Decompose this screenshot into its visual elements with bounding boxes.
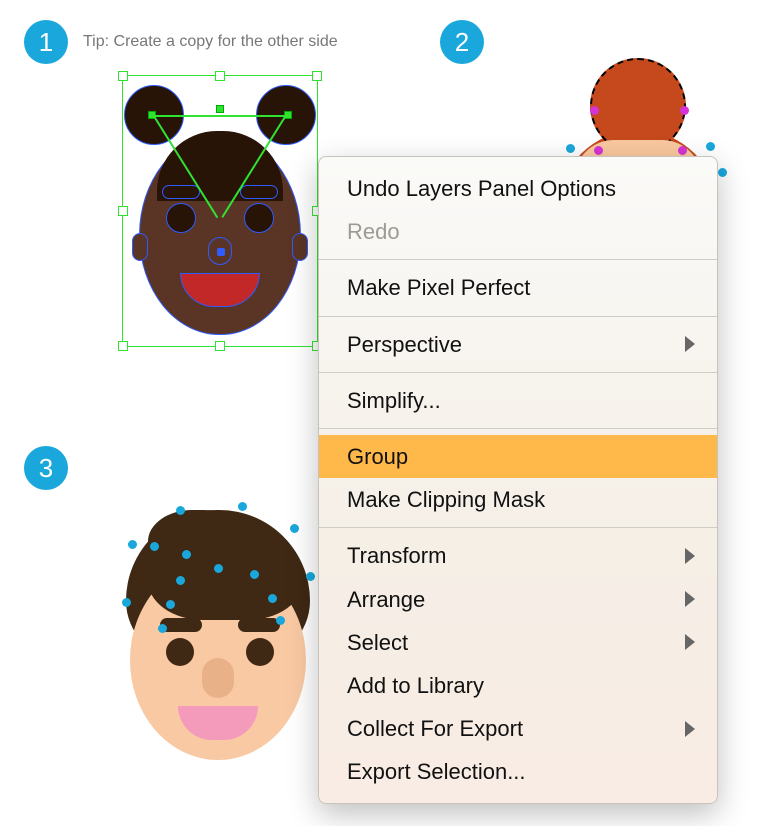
menu-item-export-selection[interactable]: Export Selection...: [319, 750, 717, 793]
anchor-point[interactable]: [216, 105, 224, 113]
menu-item-perspective[interactable]: Perspective: [319, 323, 717, 366]
submenu-arrow-icon: [685, 634, 695, 650]
menu-separator: [319, 259, 717, 260]
menu-separator: [319, 316, 717, 317]
menu-item-collect-for-export[interactable]: Collect For Export: [319, 707, 717, 750]
avatar-face-3[interactable]: [118, 500, 318, 770]
submenu-arrow-icon: [685, 721, 695, 737]
anchor-point[interactable]: [214, 564, 223, 573]
menu-item-add-to-library[interactable]: Add to Library: [319, 664, 717, 707]
submenu-arrow-icon: [685, 336, 695, 352]
menu-item-simplify[interactable]: Simplify...: [319, 379, 717, 422]
menu-item-group[interactable]: Group: [319, 435, 717, 478]
context-menu: Undo Layers Panel Options Redo Make Pixe…: [318, 156, 718, 804]
brow-right: [238, 618, 280, 632]
menu-item-clipping-mask[interactable]: Make Clipping Mask: [319, 478, 717, 521]
anchor-point[interactable]: [166, 600, 175, 609]
menu-item-transform[interactable]: Transform: [319, 534, 717, 577]
anchor-point[interactable]: [250, 570, 259, 579]
anchor-point[interactable]: [706, 142, 715, 151]
anchor-point[interactable]: [122, 598, 131, 607]
path-line: [154, 115, 286, 117]
anchor-point[interactable]: [176, 506, 185, 515]
eye-left: [166, 638, 194, 666]
anchor-point[interactable]: [290, 524, 299, 533]
anchor-point[interactable]: [678, 146, 687, 155]
menu-label: Select: [347, 630, 408, 655]
nose-shape: [202, 658, 234, 698]
eye-right: [246, 638, 274, 666]
anchor-point[interactable]: [238, 502, 247, 511]
menu-label: Arrange: [347, 587, 425, 612]
anchor-point[interactable]: [150, 542, 159, 551]
menu-separator: [319, 372, 717, 373]
eye-right: [244, 203, 274, 233]
anchor-point[interactable]: [158, 624, 167, 633]
anchor-point[interactable]: [128, 540, 137, 549]
brow-left: [162, 185, 200, 199]
anchor-point[interactable]: [680, 106, 689, 115]
step-badge-1: 1: [24, 20, 68, 64]
anchor-point[interactable]: [268, 594, 277, 603]
menu-separator: [319, 428, 717, 429]
anchor-point[interactable]: [276, 616, 285, 625]
anchor-point[interactable]: [306, 572, 315, 581]
anchor-point[interactable]: [594, 146, 603, 155]
menu-item-pixel-perfect[interactable]: Make Pixel Perfect: [319, 266, 717, 309]
submenu-arrow-icon: [685, 591, 695, 607]
anchor-point[interactable]: [176, 576, 185, 585]
brow-right: [240, 185, 278, 199]
anchor-point[interactable]: [718, 168, 727, 177]
eye-left: [166, 203, 196, 233]
menu-label: Transform: [347, 543, 446, 568]
ear-left: [132, 233, 148, 261]
tip-text: Tip: Create a copy for the other side: [83, 33, 338, 51]
step-badge-3: 3: [24, 446, 68, 490]
anchor-point[interactable]: [182, 550, 191, 559]
menu-item-select[interactable]: Select: [319, 621, 717, 664]
avatar-face-1[interactable]: [122, 75, 318, 347]
nose-shape: [208, 237, 232, 265]
menu-label: Collect For Export: [347, 716, 523, 741]
menu-item-undo[interactable]: Undo Layers Panel Options: [319, 167, 717, 210]
menu-item-redo: Redo: [319, 210, 717, 253]
anchor-point[interactable]: [566, 144, 575, 153]
ear-right: [292, 233, 308, 261]
submenu-arrow-icon: [685, 548, 695, 564]
menu-label: Perspective: [347, 332, 462, 357]
anchor-point[interactable]: [590, 106, 599, 115]
menu-separator: [319, 527, 717, 528]
step-badge-2: 2: [440, 20, 484, 64]
menu-item-arrange[interactable]: Arrange: [319, 578, 717, 621]
